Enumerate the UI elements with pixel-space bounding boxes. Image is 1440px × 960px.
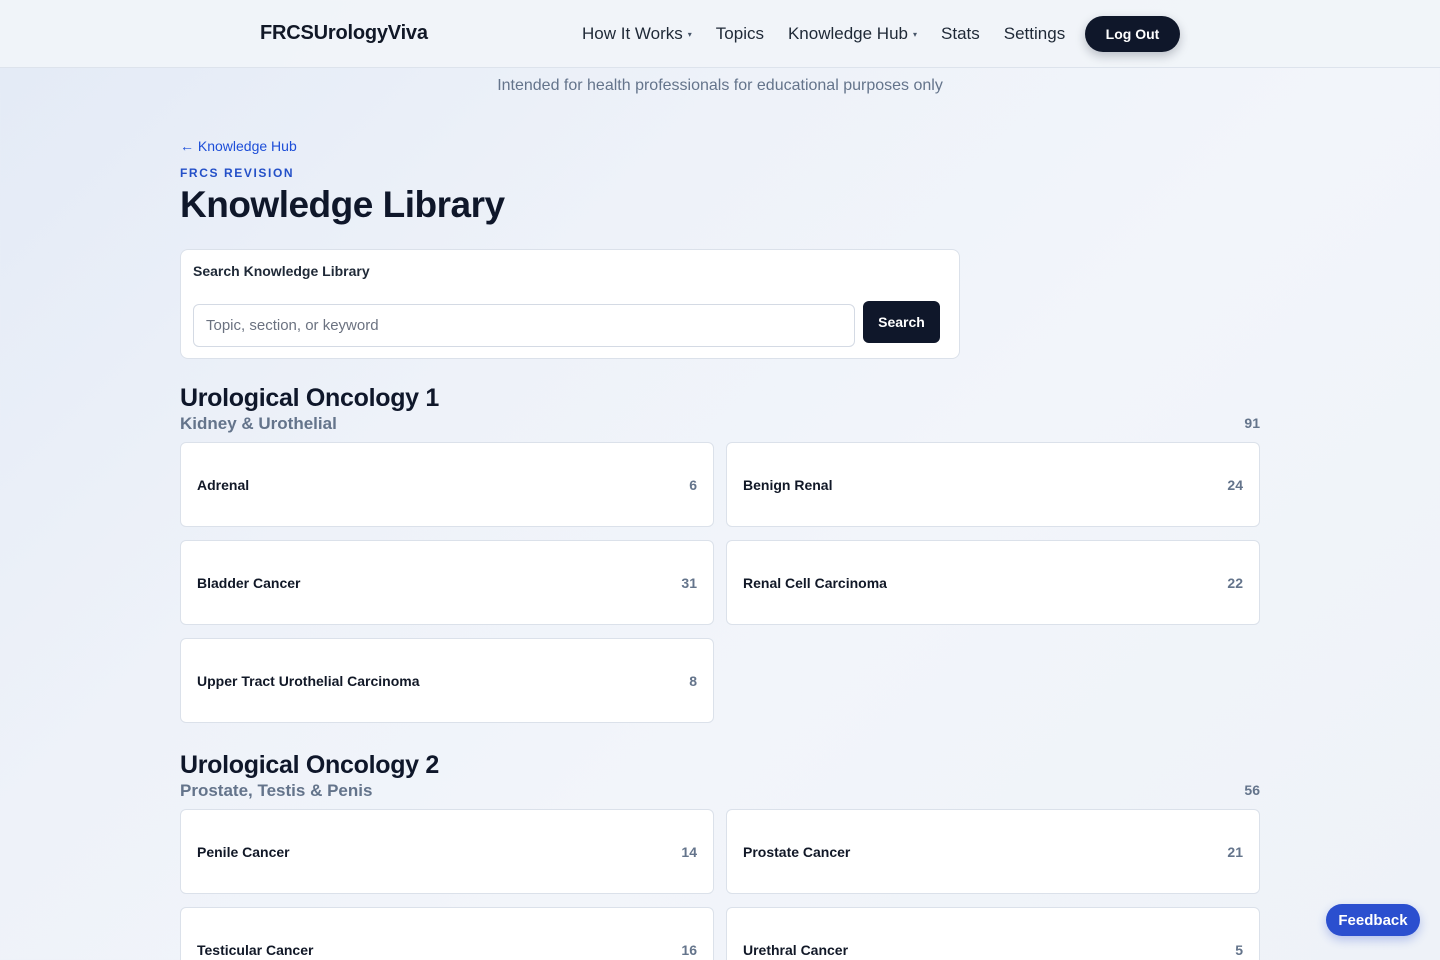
topic-card-upper-tract-urothelial-carcinoma[interactable]: Upper Tract Urothelial Carcinoma 8 — [180, 638, 714, 723]
section-title: Urological Oncology 2 — [180, 751, 440, 779]
topic-name: Adrenal — [197, 476, 250, 493]
search-card: Search Knowledge Library Search — [180, 249, 960, 359]
page-title: Knowledge Library — [180, 184, 505, 225]
chevron-down-icon: ▾ — [687, 29, 692, 39]
nav-topics[interactable]: Topics — [716, 24, 764, 44]
topic-name: Testicular Cancer — [197, 941, 314, 958]
search-label: Search Knowledge Library — [193, 263, 370, 279]
topic-count: 24 — [1227, 476, 1243, 493]
topic-count: 31 — [681, 574, 697, 591]
topic-name: Upper Tract Urothelial Carcinoma — [197, 672, 420, 689]
search-button[interactable]: Search — [863, 301, 940, 343]
main-nav: How It Works ▾ Topics Knowledge Hub ▾ St… — [582, 0, 1089, 68]
chevron-down-icon: ▾ — [913, 29, 918, 39]
topic-card-benign-renal[interactable]: Benign Renal 24 — [726, 442, 1260, 527]
topic-count: 21 — [1227, 843, 1243, 860]
topic-count: 22 — [1227, 574, 1243, 591]
top-navigation-bar: FRCSUrologyViva How It Works ▾ Topics Kn… — [0, 0, 1440, 68]
nav-stats[interactable]: Stats — [941, 24, 980, 44]
disclaimer-text: Intended for health professionals for ed… — [497, 77, 943, 94]
nav-settings[interactable]: Settings — [1004, 24, 1065, 44]
topic-count: 5 — [1235, 941, 1243, 958]
nav-label: Settings — [1003, 24, 1066, 43]
topic-count: 8 — [689, 672, 697, 689]
section-urological-oncology-1: Urological Oncology 1 Kidney & Urothelia… — [180, 384, 1260, 723]
topic-name: Bladder Cancer — [197, 574, 301, 591]
back-to-knowledge-hub-link[interactable]: ← Knowledge Hub — [180, 138, 297, 154]
log-out-button[interactable]: Log Out — [1085, 16, 1180, 52]
feedback-button[interactable]: Feedback — [1326, 904, 1420, 936]
topic-card-renal-cell-carcinoma[interactable]: Renal Cell Carcinoma 22 — [726, 540, 1260, 625]
section-count: 91 — [1244, 415, 1260, 431]
topic-card-adrenal[interactable]: Adrenal 6 — [180, 442, 714, 527]
topic-count: 14 — [681, 843, 697, 860]
topic-card-penile-cancer[interactable]: Penile Cancer 14 — [180, 809, 714, 894]
nav-label: Stats — [941, 24, 980, 43]
topic-card-urethral-cancer[interactable]: Urethral Cancer 5 — [726, 907, 1260, 960]
topic-grid: Adrenal 6 Benign Renal 24 Bladder Cancer… — [180, 442, 1260, 723]
topic-name: Urethral Cancer — [743, 941, 849, 958]
topic-name: Prostate Cancer — [743, 843, 851, 860]
topic-name: Benign Renal — [743, 476, 833, 493]
topic-name: Renal Cell Carcinoma — [743, 574, 887, 591]
topic-count: 6 — [689, 476, 697, 493]
brand-logo[interactable]: FRCSUrologyViva — [260, 22, 428, 45]
nav-knowledge-hub[interactable]: Knowledge Hub ▾ — [788, 24, 917, 44]
page-eyebrow: FRCS REVISION — [180, 166, 295, 180]
topic-card-prostate-cancer[interactable]: Prostate Cancer 21 — [726, 809, 1260, 894]
topic-count: 16 — [681, 941, 697, 958]
section-subtitle: Kidney & Urothelial — [180, 414, 337, 433]
topic-card-bladder-cancer[interactable]: Bladder Cancer 31 — [180, 540, 714, 625]
search-input[interactable] — [193, 304, 855, 347]
nav-how-it-works[interactable]: How It Works ▾ — [582, 24, 692, 44]
nav-label: Topics — [715, 24, 764, 43]
section-subtitle: Prostate, Testis & Penis — [180, 781, 373, 800]
topic-card-testicular-cancer[interactable]: Testicular Cancer 16 — [180, 907, 714, 960]
section-title: Urological Oncology 1 — [180, 384, 440, 412]
section-count: 56 — [1244, 782, 1260, 798]
nav-label: How It Works — [582, 24, 683, 43]
topic-grid: Penile Cancer 14 Prostate Cancer 21 Test… — [180, 809, 1260, 960]
nav-label: Knowledge Hub — [787, 24, 908, 43]
topic-name: Penile Cancer — [197, 843, 290, 860]
section-urological-oncology-2: Urological Oncology 2 Prostate, Testis &… — [180, 751, 1260, 960]
